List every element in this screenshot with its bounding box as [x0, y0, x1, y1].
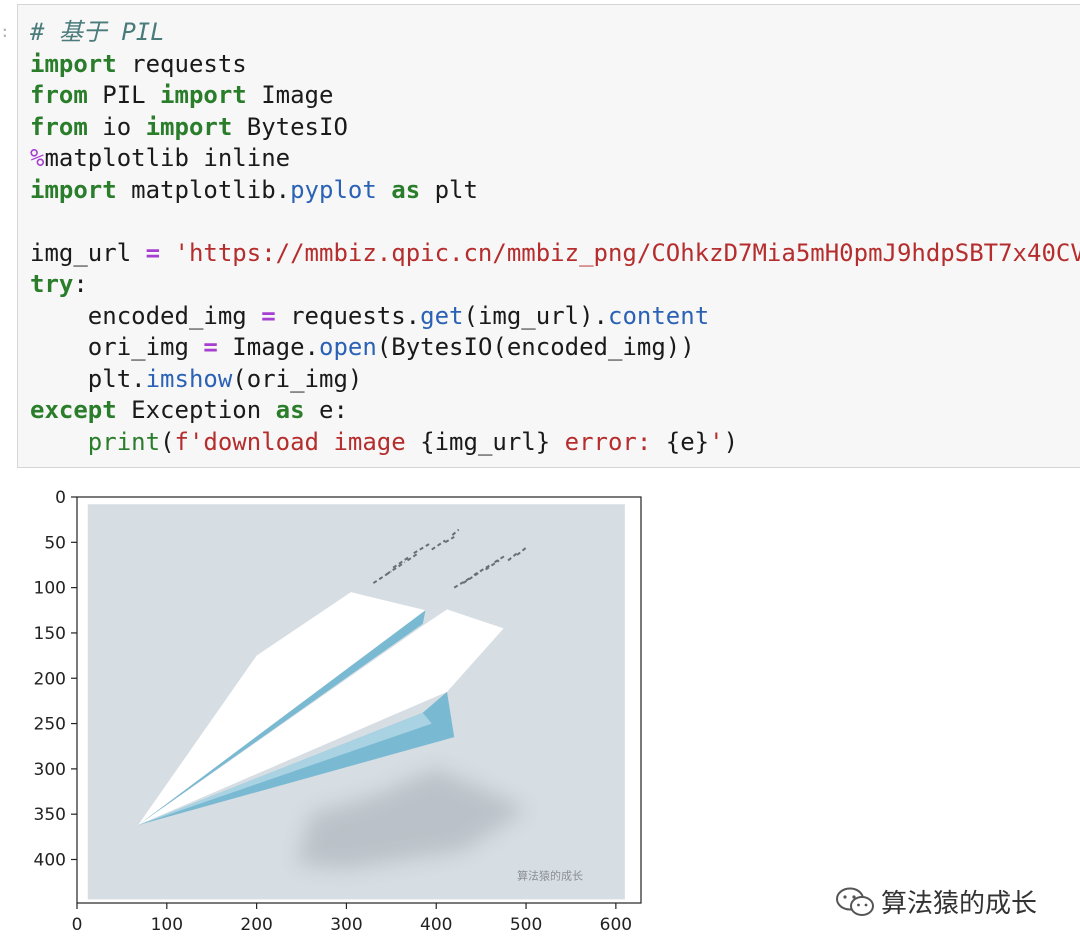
y-tick-label: 50 [44, 533, 66, 553]
x-tick-label: 300 [330, 915, 362, 935]
code-cell[interactable]: # 基于 PIL import requests from PIL import I… [17, 4, 1080, 468]
code-token: e: [304, 396, 348, 424]
imshow-plot: 算法猿的成长 0 100 200 300 400 500 600 0 50 100 150 200 250… [34, 488, 642, 935]
code-token: encoded_img [30, 301, 262, 330]
code-token: plt. [30, 364, 146, 393]
code-line: ori_img = Image.open(BytesIO(encoded_img… [30, 332, 1080, 364]
code-token: Exception [116, 396, 276, 424]
code-token: open [319, 333, 377, 361]
code-token: (BytesIO(encoded_img)) [376, 333, 695, 361]
x-tick-label: 100 [151, 915, 183, 935]
cell-output: 算法猿的成长 0 100 200 300 400 500 600 0 50 100 150 200 250… [0, 478, 700, 948]
code-token: {e} [665, 427, 710, 456]
y-tick-label: 400 [34, 851, 66, 871]
x-tick-label: 500 [510, 915, 542, 935]
code-token: import [145, 112, 233, 141]
x-tick-label: 600 [600, 915, 632, 935]
code-token: import [160, 81, 247, 109]
code-token: content [608, 301, 710, 330]
code-line: %matplotlib inline [30, 143, 1080, 175]
code-token: as [275, 396, 305, 424]
code-token: requests. [275, 301, 421, 330]
code-line: try: [30, 269, 1080, 301]
code-token: import [30, 49, 117, 78]
x-tick-label: 0 [72, 915, 83, 935]
code-token: pyplot [290, 175, 377, 204]
code-line: except Exception as e: [30, 395, 1080, 427]
code-token: Image [246, 81, 334, 109]
code-token: from [30, 112, 88, 141]
watermark: 算法猿的成长 [835, 883, 1037, 920]
code-line: import matplotlib.pyplot as plt [30, 175, 1080, 207]
code-token: imshow [145, 364, 233, 393]
code-token: Image. [217, 333, 319, 361]
code-token: as [391, 175, 421, 204]
code-token: print [87, 427, 161, 456]
code-line: img_url = 'https://mmbiz.qpic.cn/mmbiz_p… [30, 238, 1080, 270]
wechat-icon [836, 887, 874, 916]
code-editor[interactable]: # 基于 PIL import requests from PIL import I… [30, 17, 1080, 458]
code-token: BytesIO [232, 112, 348, 141]
code-line: encoded_img = requests.get(img_url).cont… [30, 301, 1080, 333]
code-token: ( [160, 427, 175, 456]
code-token: PIL [87, 81, 161, 109]
watermark-text: 算法猿的成长 [881, 889, 1038, 919]
y-tick-label: 0 [55, 488, 66, 508]
code-token: ' [709, 427, 724, 456]
y-tick-label: 150 [34, 624, 66, 644]
y-tick-label: 100 [34, 579, 66, 599]
code-token: try [30, 270, 74, 298]
code-token: = [261, 301, 276, 330]
code-token: ori_img [30, 333, 204, 361]
code-line: print(f'download image {img_url} error: … [30, 427, 1080, 459]
code-token: matplotlib inline [44, 144, 291, 172]
code-line: from PIL import Image [30, 80, 1080, 112]
code-token: error: [550, 427, 666, 456]
code-token: requests [116, 49, 247, 78]
code-token: : [73, 270, 88, 298]
code-token: ) [723, 427, 739, 456]
code-line: # 基于 PIL [30, 17, 1080, 49]
code-token: % [30, 144, 45, 172]
y-tick-label: 250 [34, 715, 66, 735]
y-tick-label: 350 [34, 805, 66, 825]
cell-prompt-marker: : [0, 22, 10, 41]
y-tick-label: 300 [34, 760, 66, 780]
code-token: = [203, 333, 218, 361]
x-tick-label: 200 [240, 915, 272, 935]
code-token: = [145, 238, 161, 267]
code-line: import requests [30, 49, 1080, 81]
image-watermark-text: 算法猿的成长 [517, 868, 583, 882]
y-tick-label: 200 [34, 669, 66, 689]
code-token: img_url [30, 238, 146, 267]
code-token: (img_url). [463, 301, 609, 330]
code-token: {img_url} [420, 427, 551, 456]
code-token: plt [420, 175, 478, 204]
code-token: # 基于 PIL [30, 18, 165, 46]
code-token: except [30, 396, 117, 424]
x-tick-label: 400 [420, 915, 452, 935]
code-token: (ori_img) [232, 364, 363, 393]
code-token: get [420, 301, 464, 330]
code-token: matplotlib. [116, 175, 291, 204]
code-token: import [30, 175, 117, 204]
code-token: io [87, 112, 146, 141]
code-line: from io import BytesIO [30, 112, 1080, 144]
code-token: 'https://mmbiz.qpic.cn/mmbiz_png/COhkzD7… [174, 238, 1080, 267]
code-line: plt.imshow(ori_img) [30, 364, 1080, 396]
code-token: from [30, 81, 88, 109]
code-token: f'download image [174, 427, 421, 456]
